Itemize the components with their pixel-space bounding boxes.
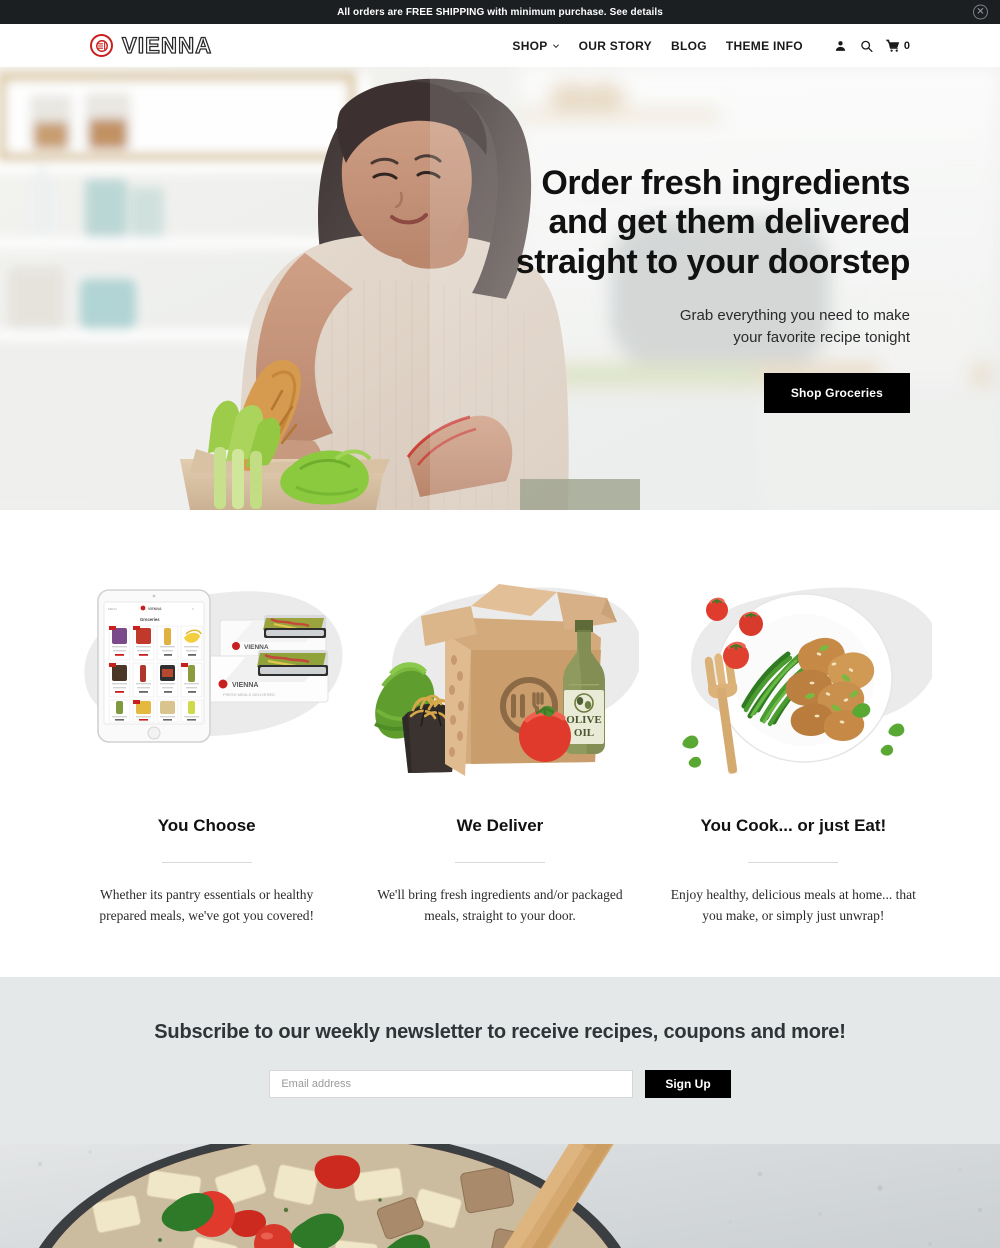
newsletter-section: Subscribe to our weekly newsletter to re… xyxy=(0,976,1000,1144)
feature-text: Whether its pantry essentials or healthy… xyxy=(99,887,314,923)
feature-title: You Choose xyxy=(157,816,256,835)
plated-chicken-and-green-beans-illustration xyxy=(654,568,933,783)
cart-count: 0 xyxy=(903,39,910,52)
nav-item-blog[interactable]: BLOG xyxy=(671,39,707,53)
feature-text: We'll bring fresh ingredients and/or pac… xyxy=(377,887,623,923)
hero-content: Order fresh ingredients and get them del… xyxy=(0,67,1000,510)
svg-text:OLIVE: OLIVE xyxy=(566,714,601,726)
bottom-banner-image xyxy=(0,1143,1000,1248)
svg-text:VIENNA: VIENNA xyxy=(148,607,162,611)
logo[interactable]: VIENNA xyxy=(90,32,213,58)
chevron-down-icon xyxy=(552,42,560,50)
hero-section: Order fresh ingredients and get them del… xyxy=(0,67,1000,510)
feature-divider xyxy=(161,862,252,863)
feature-title: You Cook... or just Eat! xyxy=(700,816,887,835)
feature-divider xyxy=(748,862,839,863)
cart-icon[interactable]: 0 xyxy=(885,39,910,53)
hero-subtitle: Grab everything you need to make your fa… xyxy=(679,306,910,346)
logo-text: VIENNA xyxy=(121,32,213,58)
delivery-box-with-groceries-illustration: OLIVE OIL xyxy=(361,568,639,783)
hero-title: Order fresh ingredients and get them del… xyxy=(515,163,911,282)
svg-text:FRESH MEALS DELIVERED: FRESH MEALS DELIVERED xyxy=(223,692,275,697)
tablet-and-meal-boxes-illustration: VIENNA VIENNA FRESH MEALS DELIVERED VIEN… xyxy=(68,568,346,783)
nav-item-shop-label: SHOP xyxy=(512,38,548,53)
newsletter-title: Subscribe to our weekly newsletter to re… xyxy=(154,1020,846,1043)
feature-divider xyxy=(454,862,545,863)
search-icon[interactable] xyxy=(860,39,873,53)
site-header: VIENNA SHOP OUR STORY BLOG THEME INFO 0 xyxy=(0,24,1000,67)
nav-item-shop[interactable]: SHOP xyxy=(512,39,559,53)
svg-text:Groceries: Groceries xyxy=(140,617,160,622)
sign-up-button[interactable]: Sign Up xyxy=(645,1069,731,1098)
shop-groceries-button[interactable]: Shop Groceries xyxy=(763,373,910,414)
nav-item-our-story[interactable]: OUR STORY xyxy=(579,39,652,53)
feature-you-cook: You Cook... or just Eat! Enjoy healthy, … xyxy=(647,568,940,927)
svg-text:MENU: MENU xyxy=(108,607,117,611)
features-section: VIENNA VIENNA FRESH MEALS DELIVERED VIEN… xyxy=(0,510,1000,977)
main-navigation: SHOP OUR STORY BLOG THEME INFO 0 xyxy=(512,39,910,53)
close-circle-icon[interactable]: ✕ xyxy=(973,4,988,20)
vienna-fork-plate-icon xyxy=(90,34,113,57)
svg-text:VIENNA: VIENNA xyxy=(232,682,258,689)
header-icons: 0 xyxy=(834,39,910,53)
svg-text:VIENNA: VIENNA xyxy=(244,644,269,651)
nav-item-theme-info[interactable]: THEME INFO xyxy=(726,39,803,53)
feature-you-choose: VIENNA VIENNA FRESH MEALS DELIVERED VIEN… xyxy=(60,568,353,927)
announcement-text: All orders are FREE SHIPPING with minimu… xyxy=(337,6,663,18)
feature-text: Enjoy healthy, delicious meals at home..… xyxy=(670,887,916,923)
email-input[interactable] xyxy=(269,1069,634,1098)
announcement-bar: All orders are FREE SHIPPING with minimu… xyxy=(0,0,1000,24)
account-icon[interactable] xyxy=(834,39,847,53)
feature-we-deliver: OLIVE OIL We Deliver We'll bring fresh i… xyxy=(353,568,646,927)
feature-title: We Deliver xyxy=(456,816,544,835)
newsletter-form: Sign Up xyxy=(60,1069,940,1098)
svg-text:OIL: OIL xyxy=(574,727,594,739)
